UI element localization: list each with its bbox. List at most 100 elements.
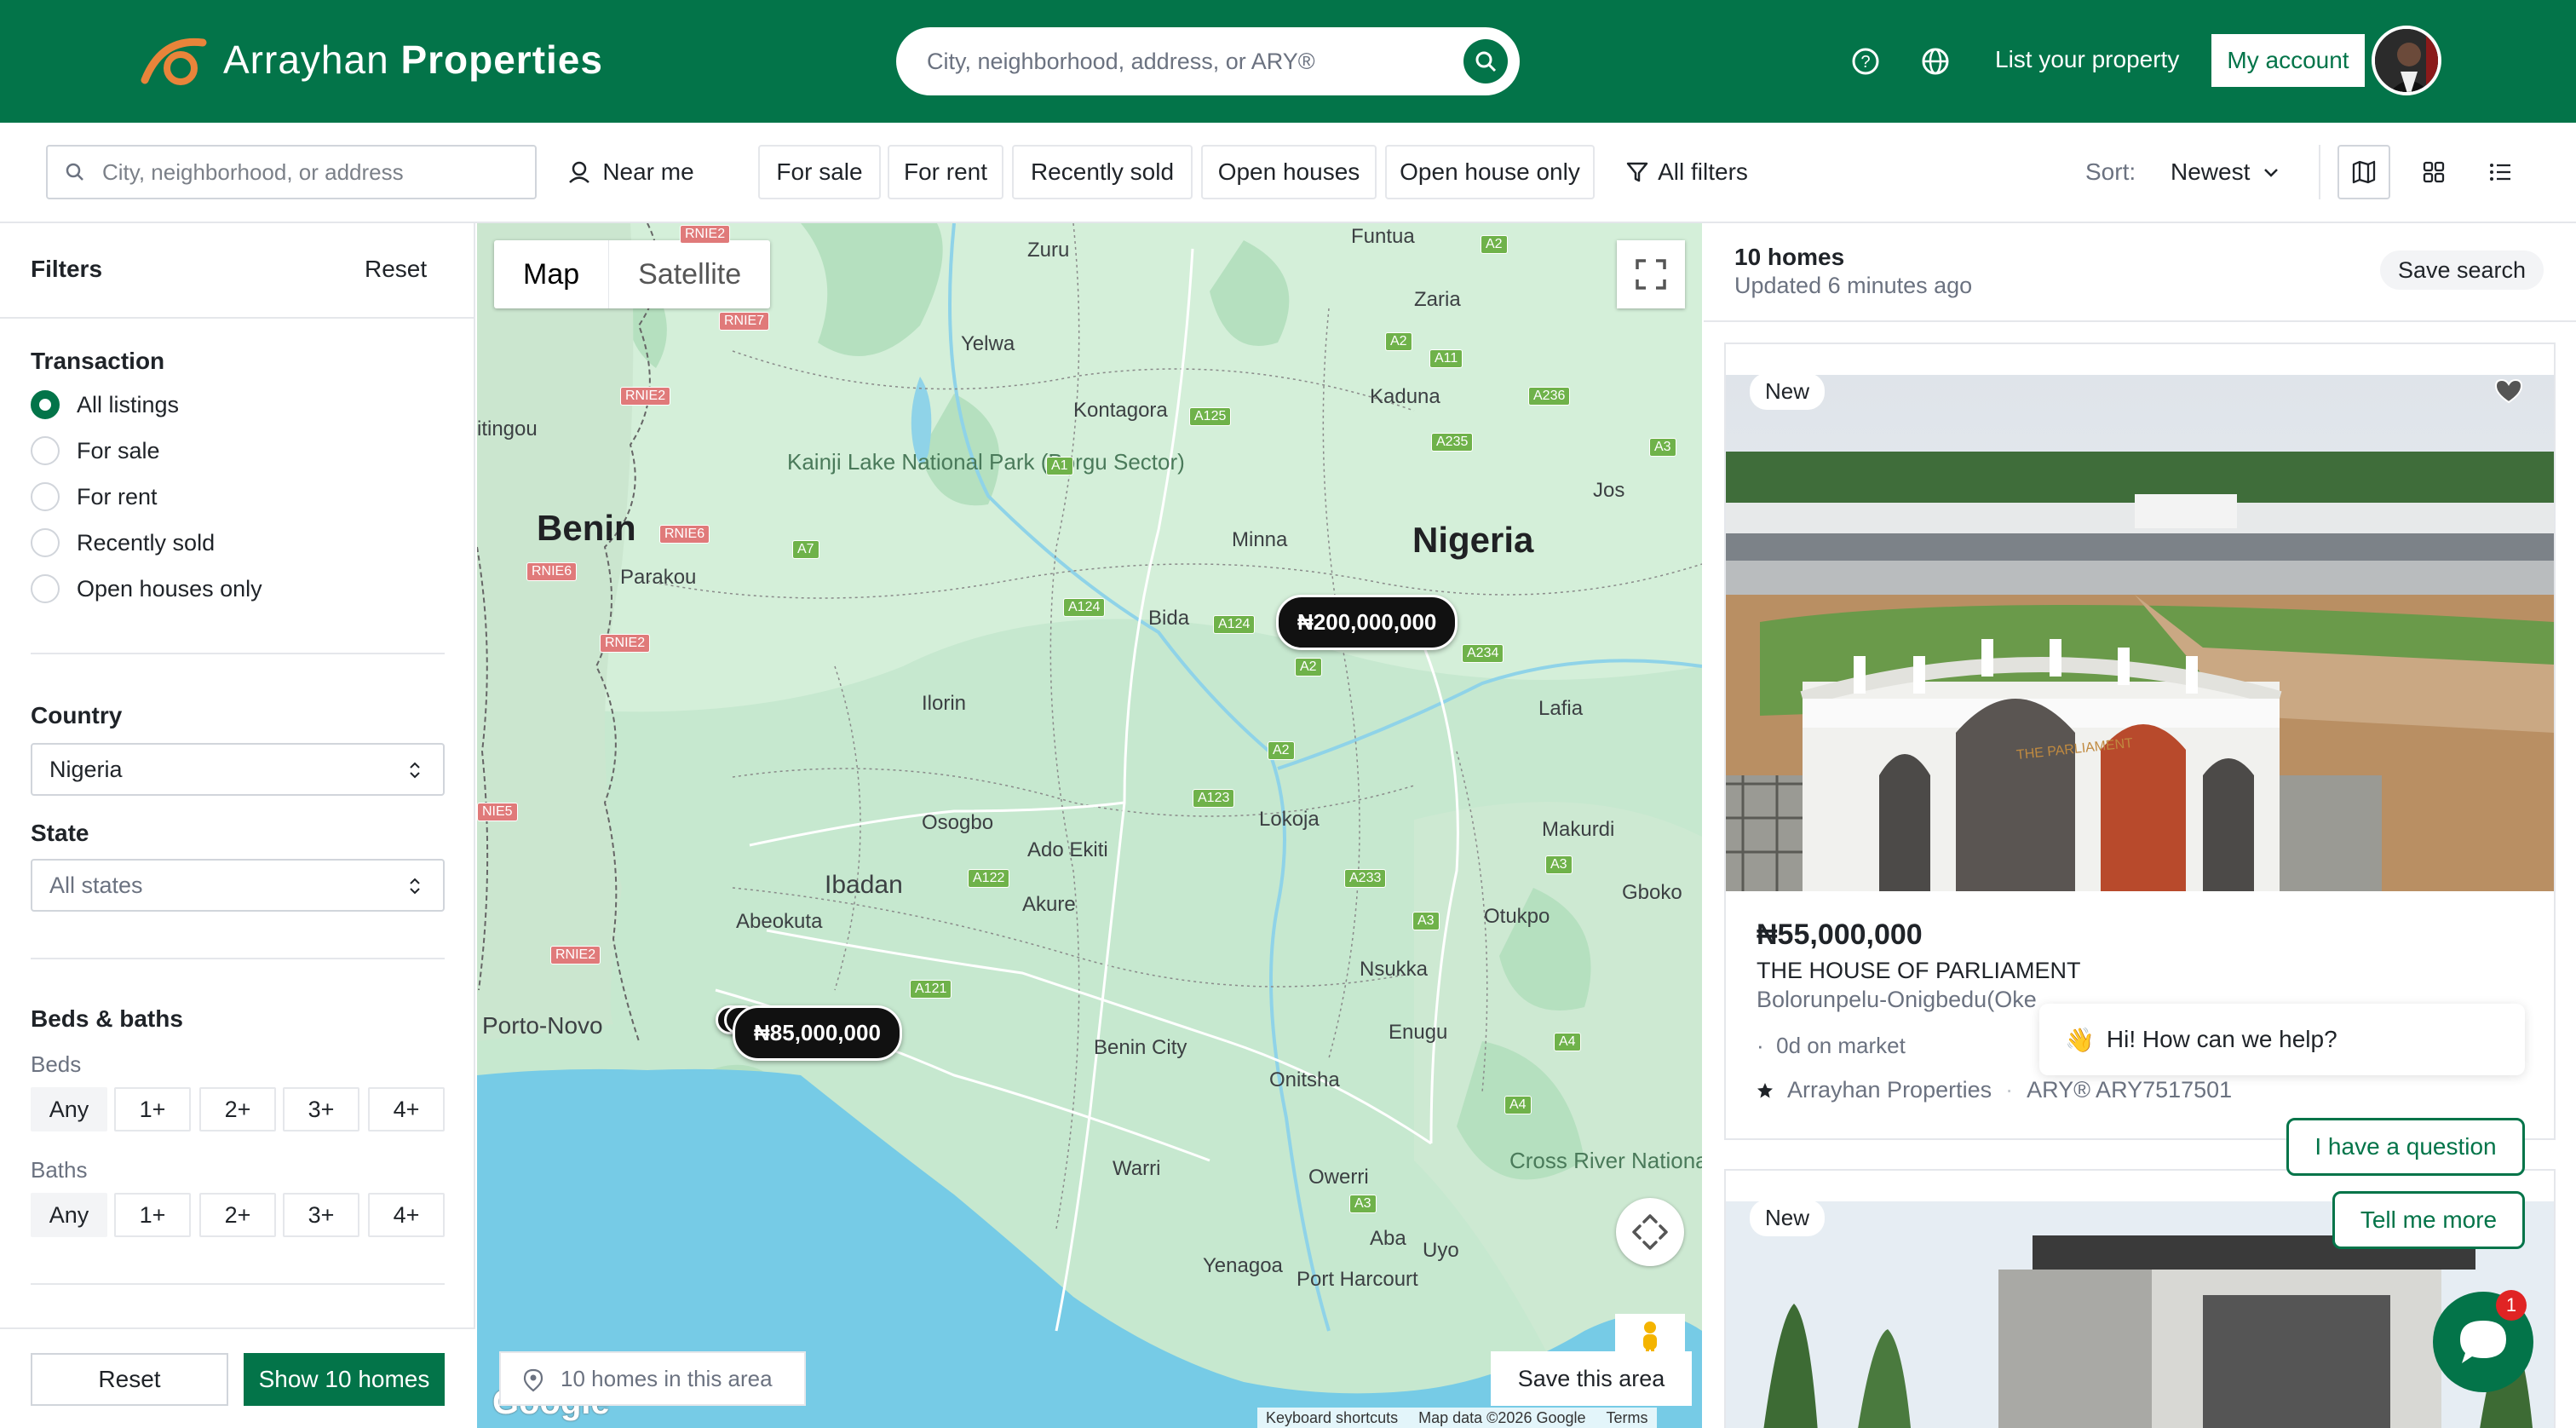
- divider: [31, 958, 445, 959]
- chip-recently-sold[interactable]: Recently sold: [1012, 145, 1193, 199]
- footer-reset-button[interactable]: Reset: [31, 1353, 228, 1406]
- chip-for-sale[interactable]: For sale: [758, 145, 881, 199]
- satellite-tab[interactable]: Satellite: [609, 240, 770, 308]
- help-icon[interactable]: ?: [1849, 44, 1883, 78]
- radio-for-sale[interactable]: For sale: [31, 436, 160, 465]
- save-search-button[interactable]: Save search: [2380, 250, 2544, 290]
- near-me-button[interactable]: Near me: [562, 145, 699, 199]
- road-shield: A4: [1554, 1033, 1581, 1051]
- map-pan-control[interactable]: [1616, 1198, 1684, 1266]
- location-search-placeholder: City, neighborhood, or address: [102, 158, 404, 185]
- baths-option-any[interactable]: Any: [31, 1193, 107, 1237]
- keyboard-shortcuts-link[interactable]: Keyboard shortcuts: [1266, 1409, 1398, 1427]
- map-tab[interactable]: Map: [494, 240, 610, 308]
- filters-reset-link[interactable]: Reset: [365, 256, 427, 283]
- beds-label: Beds: [31, 1051, 82, 1077]
- radio-for-rent[interactable]: For rent: [31, 482, 158, 511]
- search-button[interactable]: [1463, 39, 1508, 83]
- fullscreen-icon: [1636, 259, 1666, 290]
- globe-icon[interactable]: [1918, 44, 1952, 78]
- list-view-button[interactable]: [2474, 145, 2527, 199]
- chat-greeting[interactable]: 👋 Hi! How can we help?: [2039, 1004, 2525, 1075]
- all-filters-label: All filters: [1658, 158, 1748, 185]
- road-shield: A3: [1412, 912, 1440, 930]
- heart-icon[interactable]: [2494, 378, 2523, 404]
- results-count: 10 homes: [1734, 244, 1845, 270]
- chip-for-rent[interactable]: For rent: [888, 145, 1003, 199]
- map-data-credit: Map data ©2026 Google: [1418, 1408, 1586, 1426]
- radio-dot: [31, 436, 60, 465]
- road-shield: A2: [1385, 332, 1412, 351]
- separator: ·: [2005, 1077, 2014, 1103]
- brand-name: Arrayhan Properties: [223, 37, 603, 82]
- avatar[interactable]: [2372, 26, 2441, 95]
- new-badge: New: [1750, 373, 1826, 410]
- road-shield: RNIE2: [620, 387, 671, 406]
- baths-option-3[interactable]: 3+: [283, 1193, 359, 1237]
- list-icon: [2490, 164, 2510, 181]
- brand-logo[interactable]: Arrayhan Properties: [136, 34, 603, 85]
- radio-open-houses-only[interactable]: Open houses only: [31, 574, 262, 603]
- road-shield: RNIE2: [600, 634, 651, 653]
- road-shield: A235: [1431, 433, 1474, 452]
- map-label-city: Uyo: [1423, 1239, 1459, 1262]
- state-select[interactable]: All states: [31, 859, 445, 912]
- beds-option-1[interactable]: 1+: [114, 1087, 191, 1131]
- map-label-city: Osogbo: [922, 811, 994, 834]
- list-property-link[interactable]: List your property: [1995, 46, 2179, 73]
- beds-option-4[interactable]: 4+: [368, 1087, 445, 1131]
- location-search-input[interactable]: City, neighborhood, or address: [46, 145, 537, 199]
- map-label-city: Lokoja: [1259, 808, 1320, 831]
- map-label-city: Kaduna: [1370, 385, 1440, 408]
- chip-open-houses[interactable]: Open houses: [1201, 145, 1377, 199]
- terms-link[interactable]: Terms: [1607, 1409, 1648, 1427]
- logo-mark-icon: [141, 37, 207, 85]
- beds-option-2[interactable]: 2+: [199, 1087, 276, 1131]
- baths-option-4[interactable]: 4+: [368, 1193, 445, 1237]
- map-view-button[interactable]: [2337, 145, 2390, 199]
- homes-in-area-badge: 10 homes in this area: [499, 1351, 806, 1406]
- map-label-city: Zuru: [1027, 239, 1070, 262]
- map-label-city: Benin City: [1094, 1036, 1187, 1059]
- top-header: Arrayhan Properties City, neighborhood, …: [0, 0, 2576, 123]
- divider: [2319, 145, 2320, 199]
- radio-dot: [31, 574, 60, 603]
- days-on-market: · 0d on market: [1757, 1033, 1906, 1058]
- fullscreen-button[interactable]: [1617, 240, 1685, 308]
- price-pin[interactable]: ₦85,000,000: [733, 1005, 902, 1061]
- all-filters-button[interactable]: All filters: [1610, 145, 1763, 199]
- country-select[interactable]: Nigeria: [31, 743, 445, 796]
- show-homes-button[interactable]: Show 10 homes: [244, 1353, 445, 1406]
- radio-recently-sold[interactable]: Recently sold: [31, 528, 215, 557]
- road-shield: A11: [1429, 349, 1463, 368]
- chat-more-button[interactable]: Tell me more: [2332, 1191, 2525, 1249]
- save-this-area-button[interactable]: Save this area: [1491, 1351, 1692, 1406]
- map-label-city: Lafia: [1538, 697, 1584, 720]
- listing-agency: Arrayhan Properties · ARY® ARY7517501: [1757, 1077, 2232, 1103]
- road-shield: RNIE6: [526, 562, 578, 581]
- map-label-city: Akure: [1022, 893, 1076, 916]
- road-shield: A234: [1462, 644, 1504, 663]
- radio-all-listings[interactable]: All listings: [31, 390, 179, 419]
- baths-option-1[interactable]: 1+: [114, 1193, 191, 1237]
- map-label-city: Zaria: [1414, 288, 1461, 311]
- listing-title[interactable]: THE HOUSE OF PARLIAMENT: [1757, 958, 2081, 984]
- beds-option-any[interactable]: Any: [31, 1087, 107, 1131]
- results-updated: Updated 6 minutes ago: [1734, 273, 1973, 298]
- my-account-button[interactable]: My account: [2211, 34, 2365, 87]
- chat-question-button[interactable]: I have a question: [2286, 1118, 2525, 1176]
- map-label-country: Benin: [537, 508, 636, 548]
- grid-view-button[interactable]: [2407, 145, 2460, 199]
- user-photo: [2375, 29, 2438, 92]
- sort-dropdown[interactable]: Newest: [2171, 158, 2280, 186]
- header-search-input[interactable]: City, neighborhood, address, or ARY®: [896, 27, 1520, 95]
- map-label-city: itingou: [477, 417, 538, 440]
- beds-option-3[interactable]: 3+: [283, 1087, 359, 1131]
- map-label-city: Jos: [1593, 479, 1625, 502]
- listing-photo[interactable]: THE PARLIAMENT: [1726, 375, 2554, 891]
- price-pin[interactable]: ₦200,000,000: [1276, 595, 1458, 650]
- chip-open-house-only[interactable]: Open house only: [1385, 145, 1595, 199]
- baths-option-2[interactable]: 2+: [199, 1193, 276, 1237]
- road-shield: A236: [1528, 387, 1571, 406]
- map-canvas[interactable]: Map Satellite Nigeria Benin Kainji Lake …: [477, 223, 1702, 1428]
